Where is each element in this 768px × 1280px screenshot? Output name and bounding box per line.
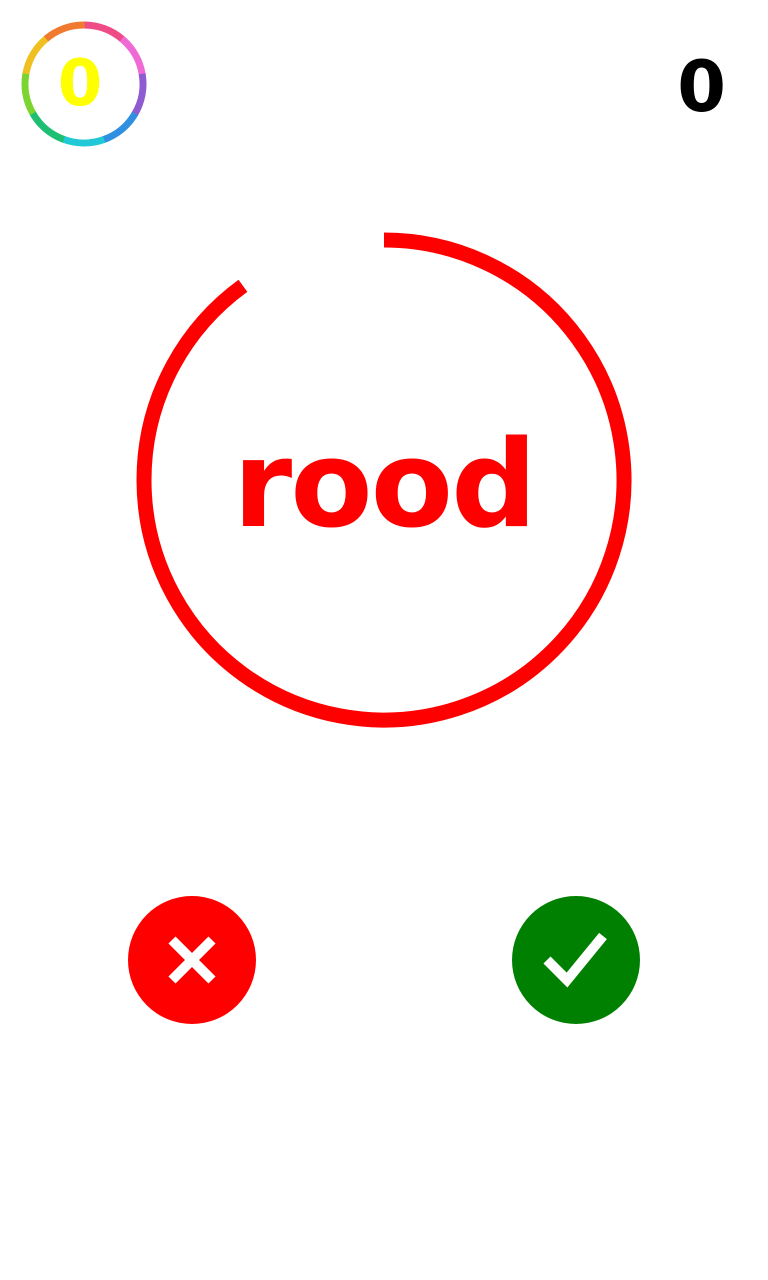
close-icon bbox=[168, 936, 216, 984]
game-screen: 0 0 rood bbox=[0, 0, 768, 1280]
yes-button[interactable] bbox=[512, 896, 640, 1024]
current-score: 0 bbox=[677, 46, 726, 128]
color-word: rood bbox=[233, 416, 537, 555]
best-score-badge: 0 bbox=[18, 18, 150, 150]
no-button[interactable] bbox=[128, 896, 256, 1024]
best-score-value: 0 bbox=[57, 47, 103, 121]
checkmark-icon bbox=[543, 932, 607, 988]
